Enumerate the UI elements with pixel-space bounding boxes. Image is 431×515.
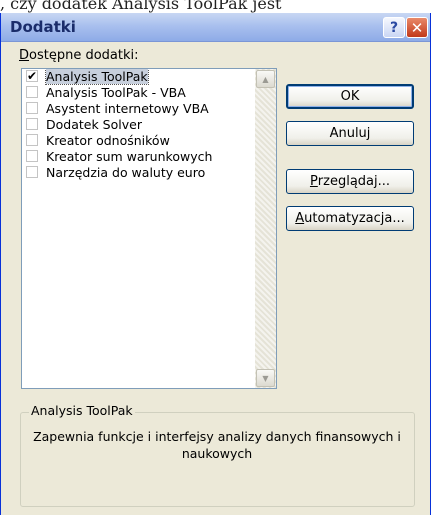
addin-item-label: Asystent internetowy VBA	[46, 101, 209, 116]
help-icon: ?	[389, 19, 399, 36]
addin-checkbox[interactable]	[26, 166, 38, 178]
addin-item-1[interactable]: Analysis ToolPak - VBA	[22, 85, 255, 101]
close-button[interactable]: ✕	[406, 17, 428, 38]
addin-item-label: Kreator odnośników	[46, 133, 170, 148]
addin-description: Zapewnia funkcje i interfejsy analizy da…	[33, 429, 401, 461]
close-icon: ✕	[410, 18, 424, 37]
browse-button[interactable]: Przeglądaj...	[286, 169, 414, 194]
title-bar[interactable]: Dodatki ? ✕	[1, 13, 430, 42]
addin-item-label: Kreator sum warunkowych	[46, 149, 213, 164]
addin-item-label: Narzędzia do waluty euro	[46, 165, 206, 180]
addin-checkbox[interactable]	[26, 86, 38, 98]
addin-checkbox[interactable]	[26, 102, 38, 114]
addin-item-label: Analysis ToolPak - VBA	[46, 85, 186, 100]
addin-item-0[interactable]: ✔ Analysis ToolPak	[22, 69, 255, 85]
addin-item-label: Dodatek Solver	[46, 117, 142, 132]
addins-list: ✔ Analysis ToolPak Analysis ToolPak - VBA A…	[22, 69, 255, 388]
vertical-scrollbar[interactable]: ▲ ▼	[255, 69, 276, 388]
addin-item-4[interactable]: Kreator odnośników	[22, 133, 255, 149]
addin-item-label: Analysis ToolPak	[45, 69, 149, 85]
addins-listbox[interactable]: ✔ Analysis ToolPak Analysis ToolPak - VBA A…	[21, 68, 277, 389]
addin-checkbox[interactable]: ✔	[26, 70, 38, 82]
ok-button[interactable]: OK	[286, 84, 414, 109]
addin-checkbox[interactable]	[26, 134, 38, 146]
addin-checkbox[interactable]	[26, 150, 38, 162]
dialog-title: Dodatki	[10, 18, 76, 36]
details-group-title: Analysis ToolPak	[29, 403, 135, 418]
cancel-button[interactable]: Anuluj	[286, 121, 414, 146]
addin-item-3[interactable]: Dodatek Solver	[22, 117, 255, 133]
addin-item-6[interactable]: Narzędzia do waluty euro	[22, 165, 255, 181]
addin-item-2[interactable]: Asystent internetowy VBA	[22, 101, 255, 117]
automation-button[interactable]: Automatyzacja...	[286, 206, 414, 231]
addins-list-label: Dostępne dodatki:	[19, 48, 139, 63]
scroll-up-arrow-icon[interactable]: ▲	[256, 70, 275, 88]
addin-item-5[interactable]: Kreator sum warunkowych	[22, 149, 255, 165]
help-button[interactable]: ?	[383, 17, 405, 38]
addin-checkbox[interactable]	[26, 118, 38, 130]
scroll-down-arrow-icon[interactable]: ▼	[256, 369, 275, 387]
